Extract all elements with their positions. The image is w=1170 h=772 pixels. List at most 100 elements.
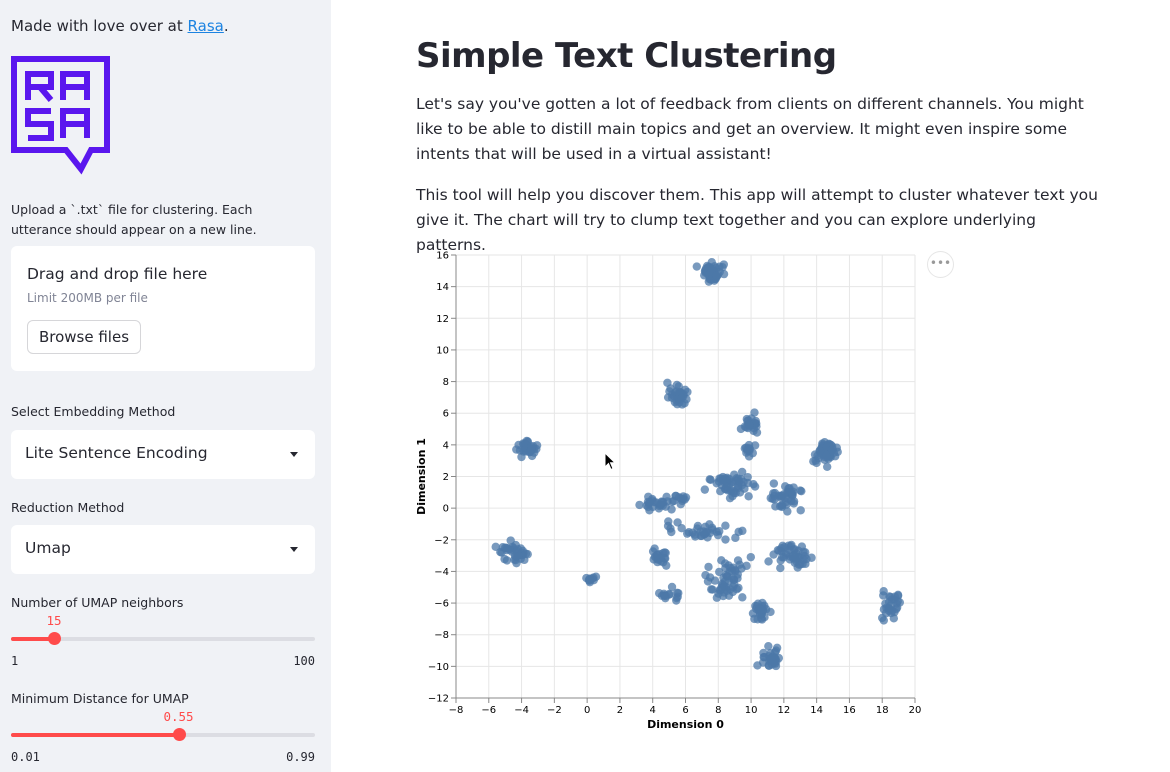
scatter-point [510,551,520,561]
scatter-point [753,599,763,608]
scatter-point [733,556,743,565]
scatter-point [660,591,669,601]
x-tick-label: 18 [876,705,889,716]
scatter-point [886,592,895,602]
scatter-point [717,556,726,565]
slider-max: 100 [293,654,315,668]
x-tick-label: −8 [449,705,464,716]
neighbors-label: Number of UMAP neighbors [11,595,184,610]
scatter-point [771,502,780,511]
scatter-point [802,554,811,564]
y-axis-title: Dimension 1 [415,438,428,515]
scatter-point [783,507,792,516]
x-tick-label: −2 [547,705,562,716]
scatter-point [828,444,837,454]
scatter-point [713,530,723,540]
x-tick-label: 20 [909,705,922,716]
x-tick-label: 0 [584,705,590,716]
x-tick-label: 8 [715,705,721,716]
scatter-point [707,585,716,594]
scatter-point [671,387,681,396]
scatter-point [769,550,778,559]
scatter-point [780,493,789,502]
scatter-point [692,262,702,271]
scatter-point [515,446,525,455]
browse-files-button[interactable]: Browse files [27,320,141,354]
scatter-point [771,659,780,668]
scatter-point [503,544,512,553]
file-uploader[interactable]: Drag and drop file here Limit 200MB per … [11,246,315,371]
scatter-point [635,500,644,510]
y-tick-label: −2 [434,535,449,546]
credit-text: Made with love over at Rasa. [11,17,229,35]
scatter-point [491,542,500,552]
reduction-select-value: Umap [25,539,71,557]
scatter-point [502,556,512,565]
rasa-link[interactable]: Rasa [188,17,224,35]
scatter-point [717,579,727,589]
scatter-point [737,467,747,477]
scatter-point [799,547,808,557]
scatter-point [750,408,759,417]
slider-track [11,728,315,741]
scatter-point [683,529,692,538]
scatter-point [776,563,785,573]
scatter-point [705,520,714,529]
scatter-point [712,593,722,602]
embedding-select-value: Lite Sentence Encoding [25,444,208,462]
chevron-down-icon [290,452,298,457]
y-tick-label: 10 [436,345,449,356]
scatter-point [815,446,825,456]
scatter-point [705,528,715,538]
scatter-point [822,452,831,461]
y-tick-label: 14 [436,282,449,293]
scatter-point [679,492,688,501]
y-tick-label: 6 [443,409,449,420]
scatter-point [722,482,731,492]
scatter-point [734,527,743,537]
y-tick-label: 2 [443,472,449,483]
scatter-point [788,552,798,561]
y-tick-label: −4 [434,567,449,578]
scatter-point [663,521,673,531]
slider-max: 0.99 [286,750,315,764]
scatter-point [705,573,715,582]
slider-thumb[interactable] [172,728,186,741]
slider-value: 15 [46,613,62,628]
intro-paragraph: Let's say you've gotten a lot of feedbac… [416,95,1084,163]
y-tick-label: −12 [428,694,449,705]
scatter-point [732,476,741,485]
scatter-point [771,646,781,655]
slider-thumb[interactable] [47,632,61,645]
y-tick-label: 16 [436,251,449,262]
description-paragraph: This tool will help you discover them. T… [416,186,1098,254]
x-tick-label: 16 [843,705,856,716]
scatter-chart[interactable]: −8 −6 −4 −2 0 2 4 6 8 10 12 14 16 18 20 −12 −10 −8 −6 −4 −2 0… [410,248,930,738]
neighbors-slider[interactable]: 15 1 100 [11,613,315,668]
min-dist-slider[interactable]: 0.55 0.01 0.99 [11,709,315,764]
scatter-point [643,497,653,507]
chart-actions-button[interactable]: ••• [927,251,954,278]
scatter-point [527,442,536,452]
scatter-point [750,614,759,624]
x-tick-label: 6 [682,705,688,716]
scatter-point [680,385,690,395]
embedding-select[interactable]: Lite Sentence Encoding [11,430,315,479]
y-tick-label: 12 [436,314,449,325]
scatter-point [704,562,713,572]
scatter-point [764,557,773,566]
scatter-point [705,475,714,484]
scatter-point [700,271,709,280]
scatter-point [693,524,702,533]
slider-min: 1 [11,654,19,668]
mouse-cursor-icon [604,452,617,471]
x-tick-label: −4 [514,705,529,716]
scatter-point [878,613,887,623]
slider-fill [11,733,179,737]
scatter-point [889,614,899,623]
scatter-point [744,440,754,450]
credit-prefix: Made with love over at [11,17,188,35]
scatter-point [645,506,654,515]
reduction-select[interactable]: Umap [11,525,315,574]
scatter-point [667,505,676,514]
